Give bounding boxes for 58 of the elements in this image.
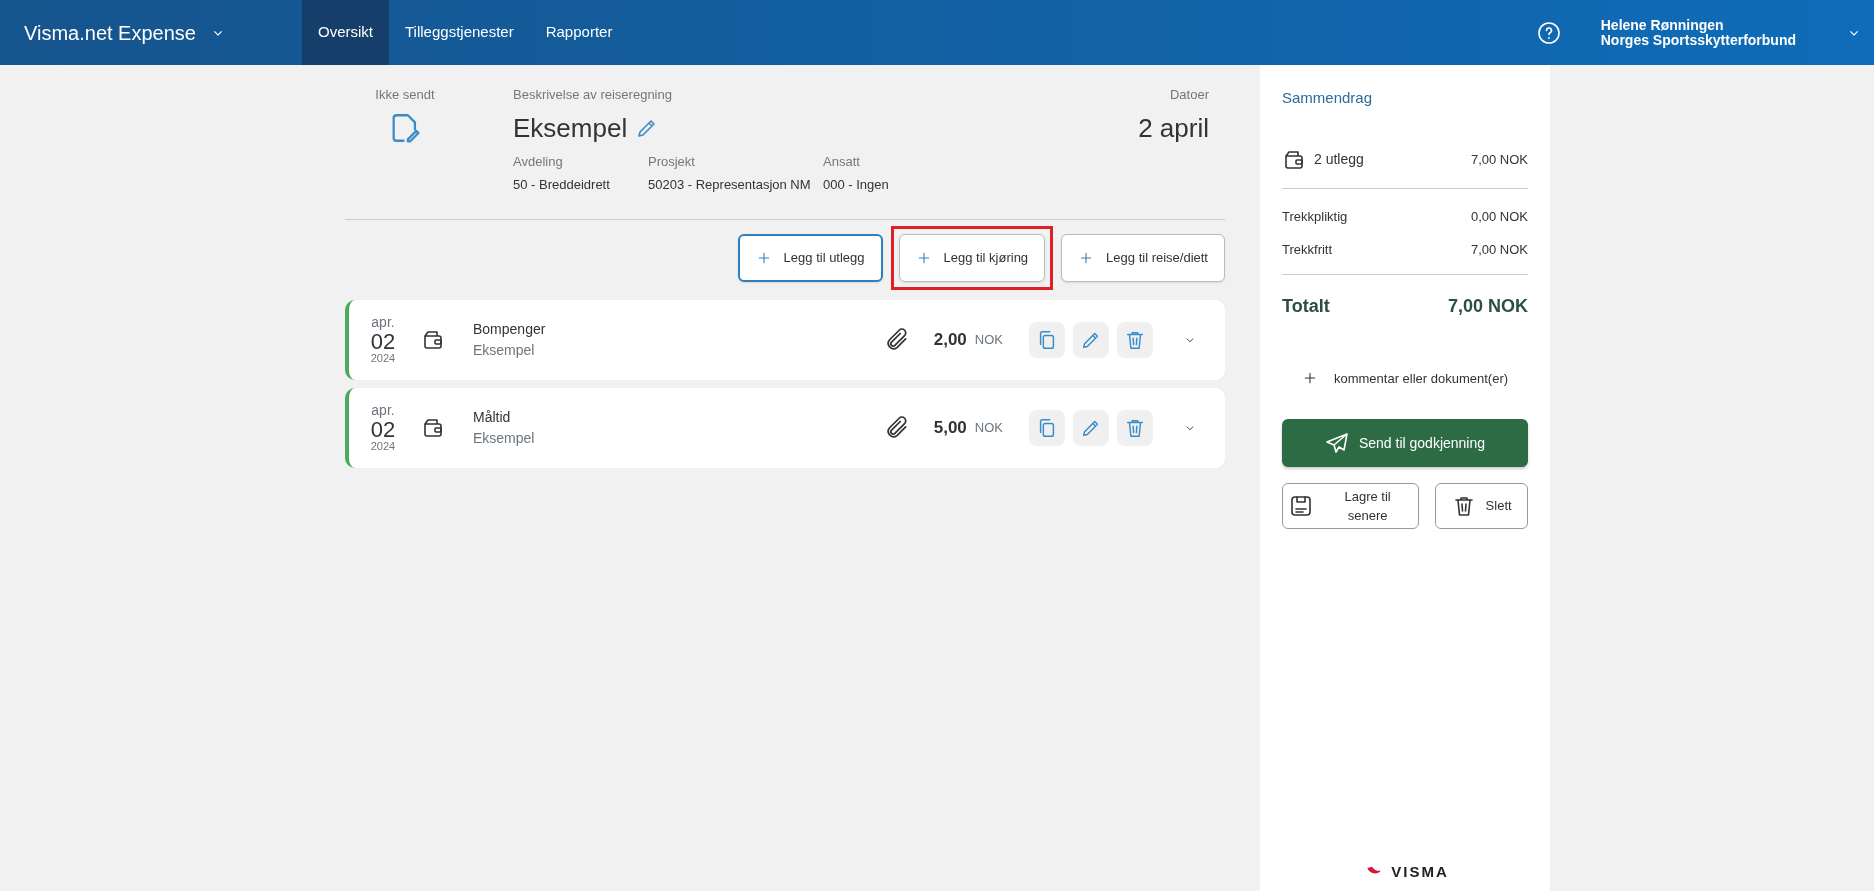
nav-tab[interactable]: Tilleggstjenester — [389, 0, 530, 65]
save-button[interactable]: Lagre til senere — [1282, 483, 1420, 529]
expense-title: Bompenger — [473, 319, 547, 339]
field-value: 50 - Breddeidrett — [513, 176, 611, 194]
nav-tab[interactable]: Oversikt — [302, 0, 389, 65]
nav-tab[interactable]: Rapporter — [529, 0, 629, 65]
date-year: 2024 — [370, 352, 396, 365]
summary-amount: 0,00 NOK — [1470, 207, 1528, 226]
summary-amount: 7,00 NOK — [1470, 150, 1528, 169]
add-button[interactable]: Legg til kjøring — [898, 233, 1046, 282]
total-amount: 7,00 NOK — [1447, 294, 1528, 318]
expense-row[interactable]: apr. 02 2024 Måltid Eksempel 5,00 NOK — [345, 387, 1225, 468]
amount-value: 5,00 — [933, 416, 967, 439]
status-label: Ikke sendt — [375, 86, 435, 104]
total-label: Totalt — [1282, 294, 1330, 318]
field-label: Avdeling — [513, 152, 564, 171]
field-label: Datoer — [1169, 86, 1209, 104]
logo-text: VISMA — [1391, 861, 1449, 882]
copy-button[interactable] — [1029, 321, 1065, 358]
date-value: 2 april — [1138, 111, 1209, 145]
date-month: apr. — [371, 402, 395, 418]
expense-count: 2 utlegg — [1314, 150, 1365, 169]
currency-label: NOK — [974, 418, 1003, 437]
date-day: 02 — [370, 417, 396, 441]
copy-button[interactable] — [1029, 409, 1065, 446]
edit-button[interactable] — [1073, 321, 1109, 358]
app-title: Visma.net Expense — [24, 20, 196, 46]
help-icon[interactable] — [1536, 20, 1561, 45]
expense-title: Måltid — [473, 407, 512, 427]
summary-label: Trekkfritt — [1282, 241, 1333, 259]
expense-subtitle: Eksempel — [473, 428, 536, 448]
currency-label: NOK — [974, 330, 1003, 349]
field-label: Ansatt — [823, 152, 861, 171]
delete-button[interactable] — [1117, 409, 1153, 446]
expense-subtitle: Eksempel — [473, 340, 536, 360]
paper-plane-icon — [1324, 431, 1349, 455]
edit-button[interactable] — [1073, 409, 1109, 446]
delete-button[interactable]: Slett — [1435, 483, 1528, 529]
summary-label: Trekkpliktig — [1282, 207, 1348, 226]
expense-row[interactable]: apr. 02 2024 Bompenger Eksempel 2,00 NOK — [345, 299, 1225, 380]
field-label: Prosjekt — [648, 152, 696, 171]
user-name: Helene Rønningen — [1600, 17, 1725, 33]
date-month: apr. — [371, 314, 395, 330]
field-label: Beskrivelse av reiseregning — [513, 86, 673, 104]
add-button[interactable]: Legg til reise/diett — [1061, 233, 1225, 282]
amount-value: 2,00 — [933, 328, 967, 351]
organization-name: Norges Sportsskytterforbund — [1600, 32, 1796, 48]
date-day: 02 — [370, 329, 396, 353]
date-year: 2024 — [370, 440, 396, 453]
summary-title: Sammendrag — [1282, 88, 1374, 108]
delete-button[interactable] — [1117, 321, 1153, 358]
add-button[interactable]: Legg til utlegg — [737, 233, 883, 282]
add-comment-link[interactable]: kommentar eller dokument(er) — [1288, 361, 1522, 395]
summary-amount: 7,00 NOK — [1470, 241, 1528, 259]
report-title: Eksempel — [513, 111, 628, 145]
send-button[interactable]: Send til godkjenning — [1282, 419, 1528, 467]
field-value: 50203 - Representasjon NM — [648, 176, 812, 194]
field-value: 000 - Ingen — [823, 176, 890, 194]
